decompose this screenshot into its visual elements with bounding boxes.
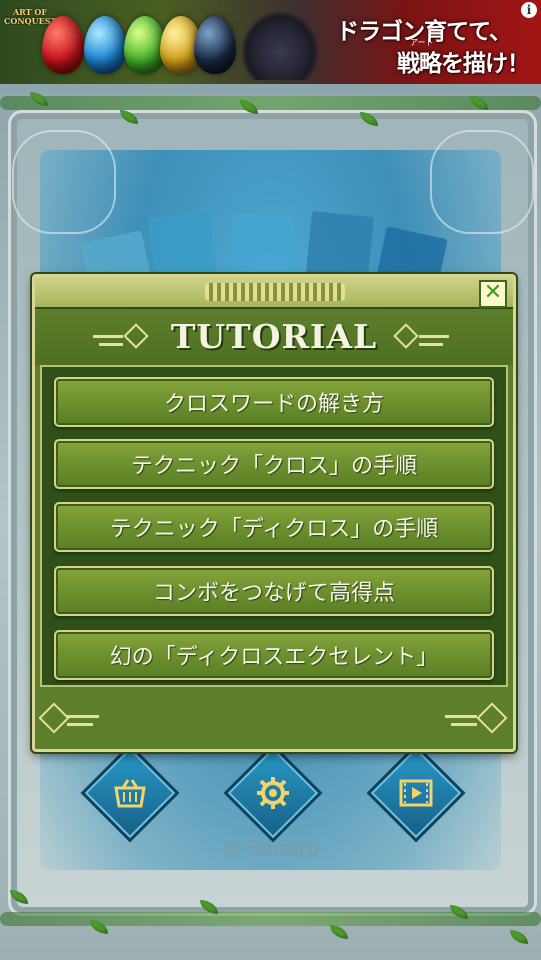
vine-top	[0, 96, 541, 110]
frame-corner-ornament	[430, 130, 534, 234]
red-egg-image	[42, 16, 84, 74]
ornament-icon	[38, 702, 101, 735]
dialog-header-band	[35, 277, 513, 309]
frame-corner-ornament	[12, 130, 116, 234]
tutorial-item-combo[interactable]: コンボをつなげて高得点	[54, 566, 494, 616]
tutorial-item-cross[interactable]: テクニック「クロス」の手順	[54, 439, 494, 489]
ad-headline-2: 戦略を描け！	[397, 50, 530, 77]
tutorial-item-crossword[interactable]: クロスワードの解き方	[54, 377, 494, 427]
ornament-icon	[445, 702, 508, 735]
tutorial-item-excellent[interactable]: 幻の「ディクロスエクセレント」	[54, 630, 494, 680]
gear-icon	[241, 761, 305, 825]
close-button[interactable]: ✕	[479, 280, 507, 308]
basket-icon	[98, 761, 162, 825]
ornament-icon	[391, 321, 449, 353]
tutorial-list: クロスワードの解き方 テクニック「クロス」の手順 テクニック「ディクロス」の手順…	[40, 365, 508, 687]
ad-info-icon[interactable]: i	[521, 2, 537, 18]
copyright-text: © Sorairo	[221, 836, 320, 860]
film-play-icon	[384, 761, 448, 825]
tutorial-dialog: ✕ TUTORIAL クロスワードの解き方 テクニック「クロス」の手順 テクニッ…	[32, 274, 516, 752]
blue-egg-image	[84, 16, 126, 74]
close-icon: ✕	[483, 280, 503, 305]
tutorial-item-dicross[interactable]: テクニック「ディクロス」の手順	[54, 502, 494, 552]
ad-banner[interactable]: ART OF CONQUEST ドラゴン育てて、 アート 戦略を描け！ i	[0, 0, 541, 84]
header-ornament	[205, 283, 345, 301]
dragon-image	[240, 10, 320, 80]
dark-egg-image	[194, 16, 236, 74]
